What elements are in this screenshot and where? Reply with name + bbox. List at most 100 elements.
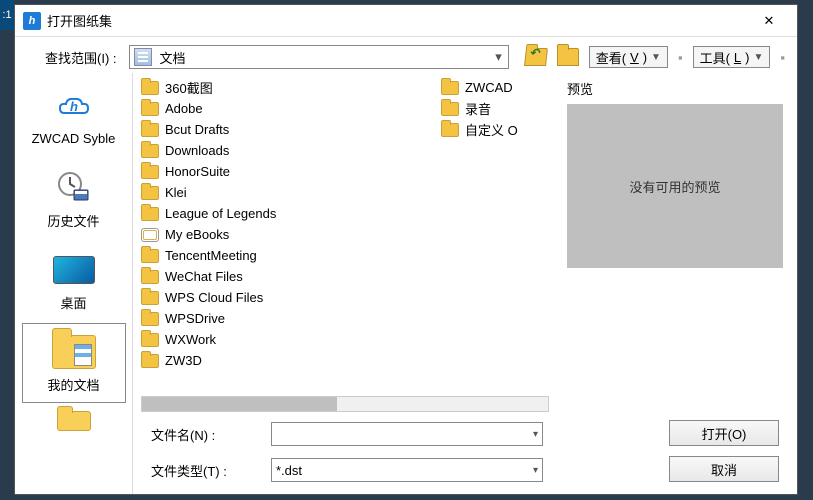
documents-folder-icon [134, 48, 152, 66]
folder-icon [141, 207, 159, 221]
desktop-icon [52, 251, 96, 289]
sidebar-item-label: ZWCAD Syble [32, 131, 116, 146]
file-item[interactable]: Klei [141, 182, 441, 203]
sidebar-item-desktop[interactable]: 桌面 [22, 241, 126, 321]
file-item-label: 录音 [465, 99, 491, 118]
folder-icon [141, 102, 159, 116]
file-list[interactable]: 360截图 Adobe Bcut Drafts Downloads HonorSuite… [141, 77, 557, 392]
svg-text:h: h [70, 99, 78, 114]
filename-label: 文件名(N) : [151, 425, 261, 444]
look-in-label: 查找范围(I) : [45, 48, 117, 67]
file-item[interactable]: 自定义 O [441, 119, 546, 140]
sidebar-item-label: 桌面 [60, 293, 86, 312]
file-item[interactable]: Downloads [141, 140, 441, 161]
file-item[interactable]: WeChat Files [141, 266, 441, 287]
file-item-label: My eBooks [165, 227, 229, 242]
history-icon [52, 169, 96, 207]
preview-box: 没有可用的预览 [567, 104, 783, 268]
close-icon: ✕ [764, 13, 775, 28]
file-item[interactable]: Adobe [141, 98, 441, 119]
folder-icon [441, 123, 459, 137]
file-item[interactable]: TencentMeeting [141, 245, 441, 266]
folder-icon [141, 333, 159, 347]
file-item[interactable]: ZW3D [141, 350, 441, 371]
file-item-label: 360截图 [165, 78, 213, 97]
up-folder-icon[interactable] [557, 48, 579, 66]
file-item-label: WeChat Files [165, 269, 243, 284]
file-item[interactable]: WXWork [141, 329, 441, 350]
sidebar-item-documents[interactable]: 我的文档 [22, 323, 126, 403]
zwcad-cloud-icon: h [52, 89, 96, 127]
documents-folder-icon [52, 333, 96, 371]
app-icon: h [23, 12, 41, 30]
titlebar[interactable]: h 打开图纸集 ✕ [15, 5, 797, 37]
tools-menu-button[interactable]: 工具(L) ▼ [693, 46, 771, 68]
separator: ▪ [678, 50, 683, 65]
file-item[interactable]: 录音 [441, 98, 546, 119]
view-menu-button[interactable]: 查看(V) ▼ [589, 46, 668, 68]
dialog-title: 打开图纸集 [47, 11, 749, 30]
ebook-icon [141, 228, 159, 242]
look-in-value: 文档 [156, 48, 490, 67]
sidebar-item-more[interactable] [22, 405, 126, 445]
file-item[interactable]: League of Legends [141, 203, 441, 224]
file-item-label: TencentMeeting [165, 248, 257, 263]
filetype-label: 文件类型(T) : [151, 461, 261, 480]
folder-icon [141, 165, 159, 179]
close-button[interactable]: ✕ [749, 12, 789, 30]
chevron-down-icon[interactable]: ▾ [533, 429, 538, 440]
file-item[interactable]: HonorSuite [141, 161, 441, 182]
file-item[interactable]: My eBooks [141, 224, 441, 245]
file-item-label: WPS Cloud Files [165, 290, 263, 305]
sidebar-item-label: 我的文档 [47, 375, 99, 394]
file-item-label: Bcut Drafts [165, 122, 229, 137]
folder-icon [441, 81, 459, 95]
file-item[interactable]: Bcut Drafts [141, 119, 441, 140]
chevron-down-icon[interactable]: ▾ [490, 49, 508, 65]
sidebar-item-label: 历史文件 [47, 211, 99, 230]
preview-placeholder: 没有可用的预览 [629, 177, 720, 196]
folder-icon [141, 186, 159, 200]
folder-icon [141, 354, 159, 368]
back-folder-icon[interactable] [524, 48, 548, 66]
open-button[interactable]: 打开(O) [669, 420, 779, 446]
folder-icon [141, 81, 159, 95]
file-item-label: WXWork [165, 332, 216, 347]
file-item-label: HonorSuite [165, 164, 230, 179]
filetype-combo[interactable]: *.dst ▾ [271, 458, 543, 482]
file-item-label: Klei [165, 185, 187, 200]
folder-icon [141, 291, 159, 305]
file-item-label: Downloads [165, 143, 229, 158]
sidebar-item-zwcad-syble[interactable]: h ZWCAD Syble [22, 77, 126, 157]
file-item-label: 自定义 O [465, 120, 518, 139]
filename-combo[interactable]: ▾ [271, 422, 543, 446]
file-item[interactable]: ZWCAD [441, 77, 546, 98]
background-ruler: :1 [0, 0, 14, 30]
places-sidebar: h ZWCAD Syble 历史文件 桌面 我的文档 [15, 73, 133, 494]
folder-icon [141, 312, 159, 326]
folder-icon [141, 123, 159, 137]
file-item[interactable]: WPS Cloud Files [141, 287, 441, 308]
file-item-label: Adobe [165, 101, 203, 116]
sidebar-item-history[interactable]: 历史文件 [22, 159, 126, 239]
file-list-panel: 360截图 Adobe Bcut Drafts Downloads HonorSuite… [133, 73, 557, 494]
file-item[interactable]: 360截图 [141, 77, 441, 98]
separator: ▪ [780, 50, 785, 65]
folder-icon [441, 102, 459, 116]
chevron-down-icon[interactable]: ▾ [533, 465, 538, 476]
folder-icon [52, 405, 96, 429]
file-item-label: League of Legends [165, 206, 276, 221]
horizontal-scrollbar[interactable] [141, 396, 549, 412]
preview-label: 预览 [567, 79, 783, 98]
cancel-button[interactable]: 取消 [669, 456, 779, 482]
folder-icon [141, 270, 159, 284]
open-sheetset-dialog: h 打开图纸集 ✕ 查找范围(I) : 文档 ▾ 查看(V) ▼ ▪ 工具(L)… [14, 4, 798, 495]
look-in-combo[interactable]: 文档 ▾ [129, 45, 509, 69]
file-item-label: ZW3D [165, 353, 202, 368]
file-item[interactable]: WPSDrive [141, 308, 441, 329]
file-item-label: WPSDrive [165, 311, 225, 326]
filetype-value: *.dst [276, 463, 302, 478]
chevron-down-icon: ▼ [753, 52, 763, 63]
scrollbar-thumb[interactable] [142, 397, 337, 411]
folder-icon [141, 249, 159, 263]
